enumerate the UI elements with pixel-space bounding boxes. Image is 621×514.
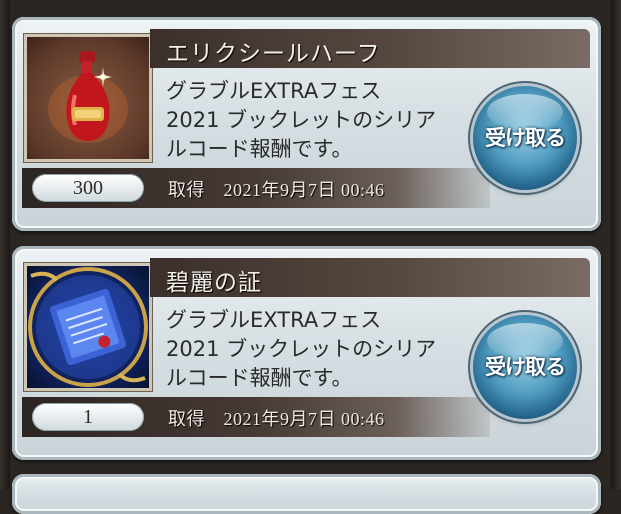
reward-card: 碧麗の証 グラブルEXTRAフェス 2021 ブックレットのシリア ルコード報酬… xyxy=(12,246,601,460)
frame-left-border xyxy=(0,0,10,489)
item-description: グラブルEXTRAフェス 2021 ブックレットのシリア ルコード報酬です。 xyxy=(166,306,486,393)
receive-button[interactable]: 受け取る xyxy=(473,315,577,419)
description-line: 2021 ブックレットのシリア xyxy=(166,337,437,361)
description-line: ルコード報酬です。 xyxy=(166,137,353,161)
receive-button-label: 受け取る xyxy=(485,355,566,379)
item-name: 碧麗の証 xyxy=(166,270,262,296)
description-line: ルコード報酬です。 xyxy=(166,366,353,390)
item-info-bar: 1 取得 2021年9月7日 00:46 xyxy=(22,397,490,437)
receive-button[interactable]: 受け取る xyxy=(473,86,577,190)
reward-card: エリクシールハーフ グラブルEXTRAフェス 2021 ブックレットのシリア ル… xyxy=(12,17,601,231)
blue-scroll-icon xyxy=(24,263,152,391)
quantity-badge: 1 xyxy=(32,403,144,431)
elixir-bottle-icon xyxy=(24,34,152,162)
description-line: 2021 ブックレットのシリア xyxy=(166,108,437,132)
description-line: グラブルEXTRAフェス xyxy=(166,79,382,103)
frame-right-border xyxy=(611,0,621,489)
reward-card-partial xyxy=(12,474,601,514)
item-name: エリクシールハーフ xyxy=(166,41,381,67)
acquired-date: 取得 2021年9月7日 00:46 xyxy=(168,409,385,429)
item-title-bar: エリクシールハーフ xyxy=(150,29,590,68)
quantity-badge: 300 xyxy=(32,174,144,202)
description-line: グラブルEXTRAフェス xyxy=(166,308,382,332)
item-title-bar: 碧麗の証 xyxy=(150,258,590,297)
receive-button-label: 受け取る xyxy=(485,126,566,150)
item-description: グラブルEXTRAフェス 2021 ブックレットのシリア ルコード報酬です。 xyxy=(166,77,486,164)
item-info-bar: 300 取得 2021年9月7日 00:46 xyxy=(22,168,490,208)
acquired-date: 取得 2021年9月7日 00:46 xyxy=(168,180,385,200)
